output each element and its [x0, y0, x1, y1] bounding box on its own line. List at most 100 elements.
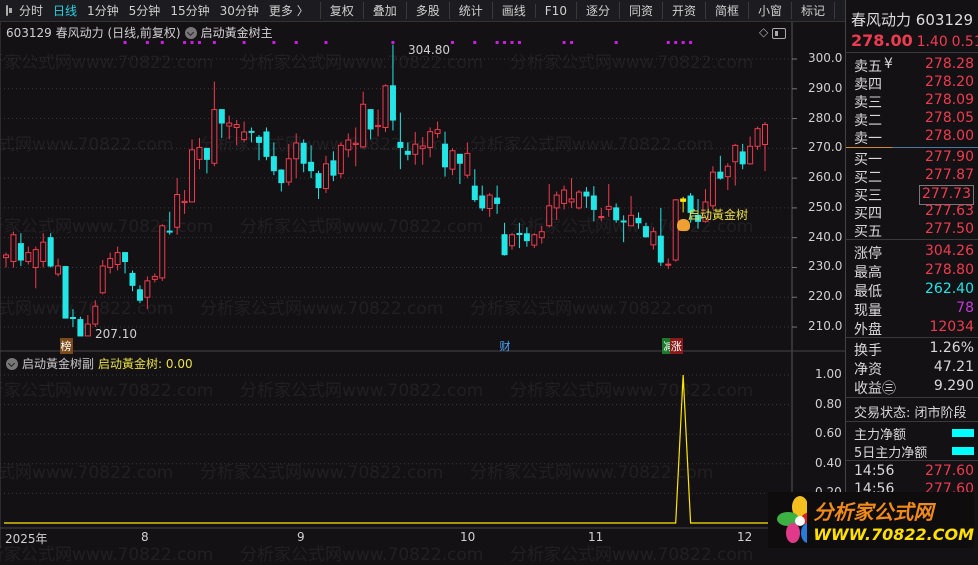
panel-toggle-icon[interactable]: [772, 28, 786, 39]
ask-row-label: 卖一: [854, 131, 882, 147]
candle-body: [531, 234, 538, 246]
signal-label: 启动黃金树: [688, 208, 749, 222]
ask-row-label: 卖五: [854, 59, 882, 75]
candle-body: [330, 160, 337, 176]
stat-row-value: 1.26%: [929, 340, 974, 356]
ask-row-label: 卖二: [854, 113, 882, 129]
candle-body: [55, 265, 62, 275]
top-marker: [495, 41, 499, 44]
candle-body: [203, 147, 210, 160]
candle-body: [546, 205, 553, 227]
sub-axis-label: 0.60: [815, 426, 842, 441]
top-marker: [391, 41, 395, 44]
stat-row: 收益㊂ 9.290: [854, 378, 974, 398]
sub-indicator-dropdown-icon[interactable]: [6, 357, 18, 370]
candle-body: [747, 145, 754, 165]
price-axis-label: 220.0: [808, 289, 843, 304]
sub-chart-title: 启动黃金树副 启动黃金树: 0.00: [6, 355, 193, 372]
candle-body: [717, 171, 724, 179]
kline-chart[interactable]: [0, 0, 845, 548]
indicator-dropdown-icon[interactable]: [184, 26, 197, 39]
candle-body: [129, 272, 136, 286]
candle-body: [226, 122, 233, 127]
price-row: 278.00 1.40 0.51: [851, 31, 978, 50]
top-marker: [517, 41, 521, 44]
event-tag[interactable]: 涨: [669, 338, 683, 354]
candle-body: [367, 109, 374, 130]
stock-name: 春风动力: [851, 11, 912, 29]
price-axis-label: 300.0: [808, 51, 843, 65]
stat-row-value: 278.80: [925, 262, 974, 278]
price-axis-label: 210.0: [808, 319, 843, 334]
stat-row: 外盘 12034: [854, 319, 974, 339]
candle-body: [122, 252, 129, 263]
candle-body: [754, 128, 761, 147]
candle-body: [300, 142, 307, 164]
candle-body: [404, 150, 411, 155]
x-axis-label: 2025年: [5, 532, 48, 546]
bid-row[interactable]: 买三 277.73: [854, 185, 974, 205]
candle-body: [501, 234, 508, 256]
candle-body: [464, 152, 471, 176]
high-label: 304.80: [408, 43, 450, 57]
sub-indicator-line: [4, 374, 792, 524]
candle-body: [389, 85, 396, 121]
candle-body: [345, 139, 352, 151]
stat-row-value: 9.290: [933, 378, 974, 394]
candle-body: [724, 165, 731, 178]
candle-body: [360, 103, 367, 148]
event-tag[interactable]: 榜: [59, 338, 73, 354]
candle-body: [315, 173, 322, 189]
ask-row-value: 278.20: [925, 74, 974, 90]
candle-body: [642, 226, 649, 238]
x-axis-label: 9: [297, 530, 305, 544]
bid-row: 买四 277.63: [854, 203, 974, 223]
candle-body: [732, 144, 739, 163]
candle-body: [509, 234, 515, 247]
candle-body: [218, 109, 225, 124]
ask-row: 卖二 278.05: [854, 110, 974, 130]
candle-body: [479, 195, 486, 209]
candle-body: [92, 305, 99, 325]
candle-body: [241, 131, 248, 140]
candle-body: [561, 189, 568, 204]
candle-body: [427, 131, 434, 148]
stat-row-label: 现量: [854, 303, 882, 319]
tick-row-label: 14:56: [854, 463, 895, 479]
candle-body: [523, 233, 530, 242]
candle-body: [568, 198, 575, 203]
candle-body: [575, 191, 582, 209]
ask-row-label: 卖三: [854, 95, 882, 111]
tick-row: 14:56 277.60: [854, 463, 974, 479]
event-tag[interactable]: 财: [499, 338, 512, 354]
candle-body: [62, 266, 69, 319]
top-marker: [614, 41, 618, 44]
candle-body: [196, 146, 203, 160]
candle-body: [598, 216, 605, 219]
candle-body: [151, 275, 158, 280]
main-indicator-name[interactable]: 启动黃金树主: [201, 24, 273, 41]
bid-row-label: 买一: [854, 152, 882, 168]
top-marker: [689, 41, 693, 44]
candle-body: [456, 153, 463, 164]
top-marker: [450, 41, 454, 44]
flow-main-label: 主力净额: [854, 428, 907, 443]
candle-body: [382, 85, 389, 128]
candle-body: [434, 129, 441, 134]
candle-body: [680, 198, 687, 202]
top-marker: [160, 41, 164, 44]
sub-indicator-name[interactable]: 启动黃金树副: [22, 355, 94, 372]
sub-axis-label: 0.40: [815, 455, 842, 470]
candle-body: [665, 263, 672, 266]
bid-row-label: 买三: [854, 188, 882, 204]
price-axis-label: 250.0: [808, 199, 843, 214]
logo-name: 分析家公式网: [813, 500, 934, 524]
candle-body: [174, 193, 181, 228]
stock-header: 春风动力 603129: [851, 9, 973, 30]
stat-row: 净资 47.21: [854, 359, 974, 379]
candle-body: [270, 156, 277, 172]
ask-row: 卖五 ¥278.28: [854, 56, 974, 76]
currency-icon: ¥: [884, 56, 893, 72]
diamond-icon[interactable]: ◇: [759, 25, 768, 39]
top-marker: [666, 41, 670, 44]
